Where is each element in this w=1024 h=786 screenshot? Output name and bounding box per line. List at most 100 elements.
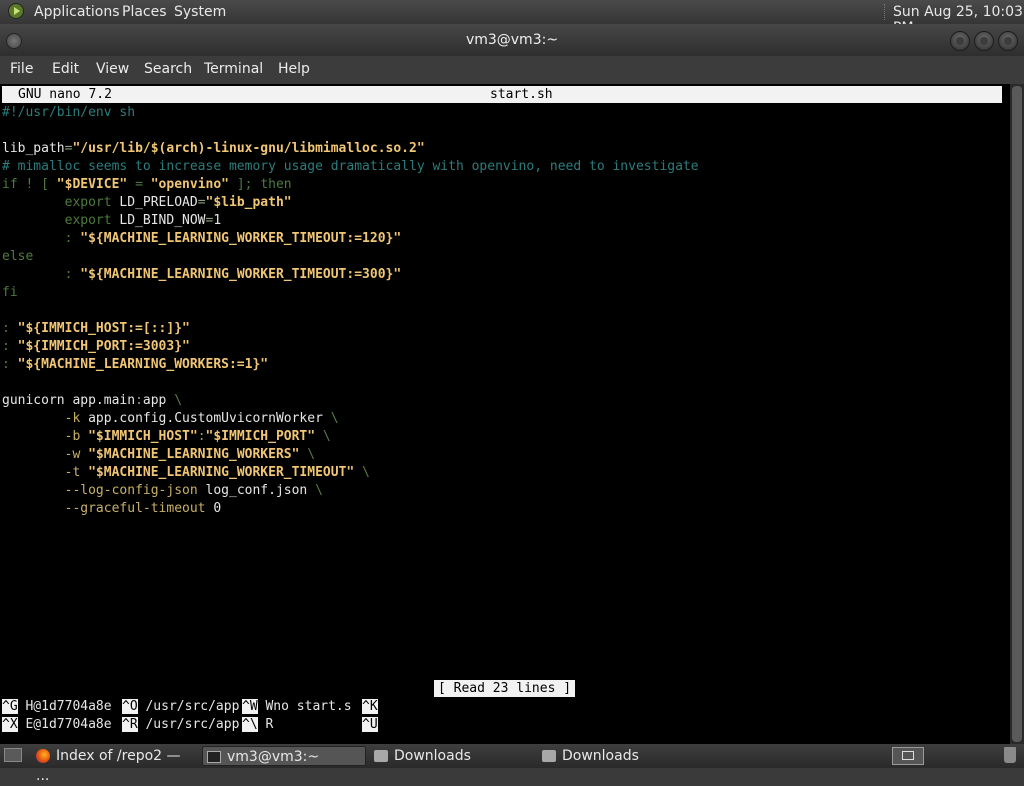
code-token: \: [307, 447, 316, 462]
code-token: export: [64, 195, 112, 210]
shortcut-read-file: ^R /usr/src/app: [122, 717, 240, 732]
system-menu[interactable]: System: [174, 4, 226, 20]
code-line: lib_path="/usr/lib/$(arch)-linux-gnu/lib…: [2, 140, 699, 158]
firefox-icon: [36, 749, 50, 763]
window-titlebar[interactable]: vm3@vm3:~: [0, 24, 1024, 56]
terminal-icon: [207, 751, 221, 763]
trash-icon[interactable]: [1004, 747, 1016, 763]
places-menu[interactable]: Places: [122, 4, 167, 20]
menu-terminal[interactable]: Terminal: [204, 61, 263, 77]
code-token: :: [2, 357, 18, 372]
task-label: Index of /repo2 — ...: [36, 748, 181, 784]
code-token: "$IMMICH_PORT": [205, 429, 316, 444]
task-label: Downloads: [394, 748, 471, 764]
code-line: # mimalloc seems to increase memory usag…: [2, 158, 699, 176]
code-line: : "${MACHINE_LEARNING_WORKER_TIMEOUT:=30…: [2, 266, 699, 284]
code-line: --log-config-json log_conf.json \: [2, 482, 699, 500]
code-token: gunicorn app.main: [2, 393, 136, 408]
panel-separator: [884, 4, 887, 20]
code-line: gunicorn app.main:app \: [2, 392, 699, 410]
code-line: else: [2, 248, 699, 266]
task-terminal[interactable]: vm3@vm3:~: [202, 746, 366, 766]
shortcut-paste: ^U: [362, 717, 378, 732]
code-line: --graceful-timeout 0: [2, 500, 699, 518]
minimize-icon[interactable]: [950, 31, 970, 51]
code-line: : "${IMMICH_PORT:=3003}": [2, 338, 699, 356]
code-token: \: [315, 483, 323, 498]
shortcut-write-out: ^O /usr/src/app: [122, 699, 240, 714]
window-title: vm3@vm3:~: [465, 32, 559, 48]
close-icon[interactable]: [998, 31, 1018, 51]
code-token: LD_PRELOAD: [111, 195, 198, 210]
code-token: "$MACHINE_LEARNING_WORKERS": [88, 447, 300, 462]
show-desktop-icon[interactable]: [4, 748, 22, 762]
code-token: \: [322, 429, 331, 444]
menu-view[interactable]: View: [96, 61, 129, 77]
gnome-foot-icon[interactable]: [8, 3, 24, 19]
code-token: :: [2, 321, 18, 336]
editor-buffer[interactable]: #!/usr/bin/env sh lib_path="/usr/lib/$(a…: [2, 104, 699, 518]
code-token: :: [2, 339, 18, 354]
maximize-icon[interactable]: [974, 31, 994, 51]
code-token: export: [64, 213, 112, 228]
nano-title-bar: GNU nano 7.2 start.sh: [2, 86, 1002, 103]
folder-icon: [542, 750, 556, 762]
code-line: #!/usr/bin/env sh: [2, 104, 699, 122]
task-downloads-2[interactable]: Downloads: [542, 746, 700, 766]
code-token: "/usr/lib/$(arch)-linux-gnu/libmimalloc.…: [72, 141, 425, 156]
nano-version: GNU nano 7.2: [18, 87, 112, 102]
code-token: :: [64, 267, 81, 282]
code-token: 0: [205, 501, 222, 516]
code-token: fi: [2, 285, 18, 300]
task-downloads-1[interactable]: Downloads: [374, 746, 532, 766]
code-token: "${MACHINE_LEARNING_WORKER_TIMEOUT:=300}…: [80, 267, 402, 282]
menu-edit[interactable]: Edit: [52, 61, 79, 77]
code-token: "$DEVICE": [56, 177, 128, 192]
code-token: -t: [64, 465, 81, 480]
shortcut-cut: ^K: [362, 699, 378, 714]
top-panel: Applications Places System Sun Aug 25, 1…: [0, 0, 1024, 36]
code-token: lib_path: [2, 141, 65, 156]
shortcut-exit: ^X E@1d7704a8e: [2, 717, 120, 732]
menu-search[interactable]: Search: [144, 61, 192, 77]
nano-filename: start.sh: [490, 87, 553, 102]
code-token: "openvino": [150, 177, 230, 192]
code-token: -k: [64, 411, 81, 426]
code-token: -b: [64, 429, 81, 444]
code-token: "$lib_path": [205, 195, 292, 210]
code-token: =: [127, 177, 151, 192]
code-token: "${IMMICH_HOST:=[::]}": [17, 321, 190, 336]
code-token: ]; then: [229, 177, 292, 192]
scrollbar-thumb[interactable]: [1012, 86, 1022, 742]
terminal-area[interactable]: GNU nano 7.2 start.sh #!/usr/bin/env sh …: [0, 84, 1010, 744]
task-label: Downloads: [562, 748, 639, 764]
code-line: -w "$MACHINE_LEARNING_WORKERS" \: [2, 446, 699, 464]
code-token: -w: [64, 447, 81, 462]
shortcut-help: ^G H@1d7704a8e: [2, 699, 120, 714]
shortcut-replace: ^\ R: [242, 717, 274, 732]
task-firefox[interactable]: Index of /repo2 — ...: [36, 746, 198, 784]
code-token: if ! [: [2, 177, 57, 192]
task-label: vm3@vm3:~: [227, 749, 320, 765]
menu-bar: File Edit View Search Terminal Help: [0, 56, 1024, 84]
code-token: "${IMMICH_PORT:=3003}": [17, 339, 190, 354]
code-line: export LD_BIND_NOW=1: [2, 212, 699, 230]
applications-menu[interactable]: Applications: [34, 4, 120, 20]
code-token: "${MACHINE_LEARNING_WORKER_TIMEOUT:=120}…: [80, 231, 402, 246]
menu-file[interactable]: File: [10, 61, 33, 77]
workspace-switcher[interactable]: [892, 747, 924, 765]
code-token: \: [174, 393, 183, 408]
code-token: :: [135, 393, 143, 408]
menu-help[interactable]: Help: [278, 61, 310, 77]
terminal-scrollbar[interactable]: [1010, 84, 1024, 744]
